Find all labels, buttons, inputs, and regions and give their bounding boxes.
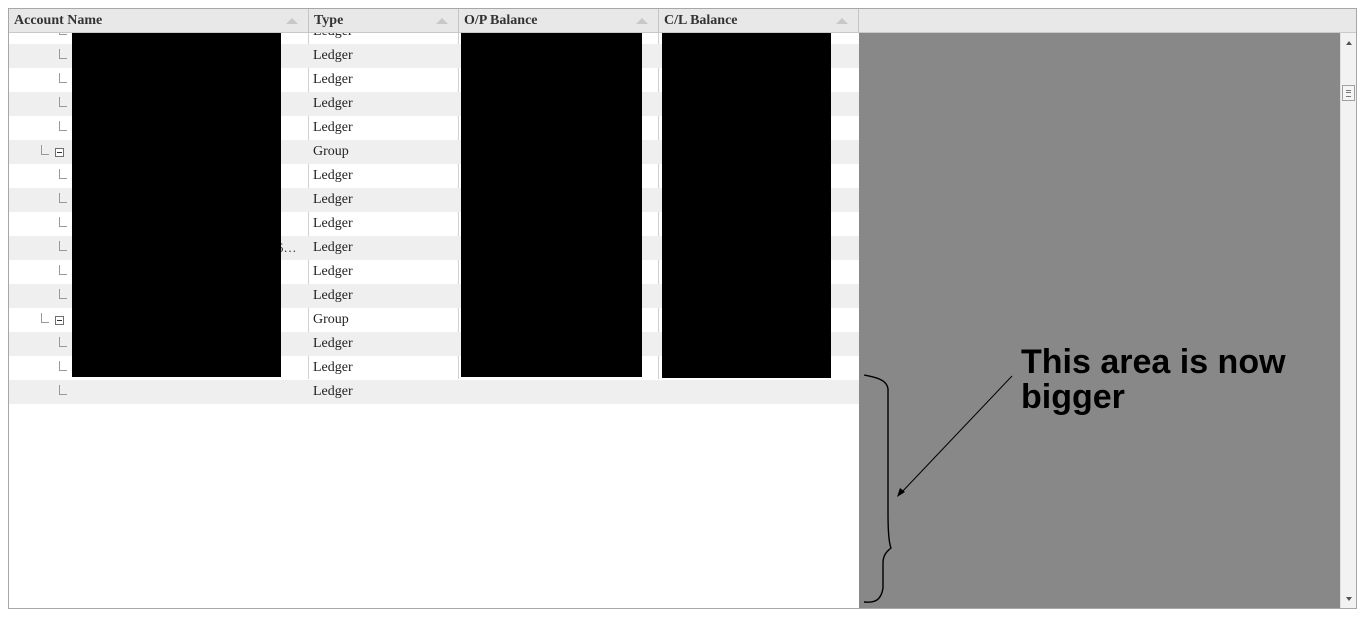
redacted-account-names (72, 33, 281, 377)
column-header-account-name[interactable]: Account Name (9, 9, 309, 33)
collapse-toggle-icon[interactable] (55, 148, 64, 157)
type-cell: Ledger (313, 264, 353, 279)
column-header-label: Account Name (14, 13, 103, 28)
annotation-text: This area is now bigger (1021, 343, 1286, 416)
type-cell: Ledger (313, 120, 353, 135)
type-cell: Ledger (313, 48, 353, 63)
type-cell: Ledger (313, 360, 353, 375)
redacted-cl-balances (662, 33, 831, 378)
tree-connector-icon (59, 265, 67, 275)
tree-connector-icon (41, 313, 49, 323)
column-header-label: O/P Balance (464, 13, 538, 28)
tree-connector-icon (59, 121, 67, 131)
tree-connector-icon (41, 145, 49, 155)
tree-connector-icon (59, 217, 67, 227)
scroll-up-arrow-icon[interactable] (1346, 41, 1352, 45)
column-header-label: Type (314, 13, 344, 28)
type-cell: Group (313, 312, 349, 327)
tree-connector-icon (59, 289, 67, 299)
type-cell: Ledger (313, 384, 353, 399)
tree-connector-icon (59, 193, 67, 203)
vertical-scrollbar[interactable] (1340, 33, 1356, 608)
column-header-cl-balance[interactable]: C/L Balance (659, 9, 859, 33)
tree-connector-icon (59, 361, 67, 371)
column-header-op-balance[interactable]: O/P Balance (459, 9, 659, 33)
tree-connector-icon (59, 49, 67, 59)
account-name-cell (9, 380, 309, 404)
table-row[interactable]: Ledger (9, 380, 859, 404)
type-cell: Ledger (313, 33, 453, 44)
tree-connector-icon (59, 73, 67, 83)
type-cell: Ledger (313, 336, 353, 351)
sort-ascending-icon[interactable] (636, 18, 648, 24)
type-cell: Ledger (313, 72, 353, 87)
redacted-op-balances (461, 33, 642, 377)
tree-connector-icon (59, 169, 67, 179)
type-cell: Ledger (313, 192, 353, 207)
tree-connector-icon (59, 241, 67, 251)
type-cell: Ledger (313, 168, 353, 183)
tree-connector-icon (59, 97, 67, 107)
type-cell: Ledger (313, 288, 353, 303)
sort-ascending-icon[interactable] (436, 18, 448, 24)
scroll-thumb[interactable] (1342, 85, 1355, 101)
collapse-toggle-icon[interactable] (55, 316, 64, 325)
tree-connector-icon (59, 337, 67, 347)
type-cell: Ledger (313, 216, 353, 231)
annotation-arrow-line (900, 375, 1013, 494)
account-tree-grid: Account Name Type O/P Balance C/L Balanc… (8, 8, 1357, 609)
type-cell: Ledger (313, 96, 353, 111)
column-header-type[interactable]: Type (309, 9, 459, 33)
tree-connector-icon (59, 385, 67, 395)
empty-grid-area: This area is now bigger (859, 33, 1340, 608)
sort-ascending-icon[interactable] (836, 18, 848, 24)
tree-connector-icon (59, 33, 67, 35)
scroll-down-arrow-icon[interactable] (1346, 597, 1352, 601)
header-filler (859, 9, 1356, 33)
type-cell: Ledger (313, 240, 353, 255)
column-header-label: C/L Balance (664, 13, 738, 28)
annotation-brace (863, 374, 892, 603)
annotation-drawing (863, 374, 1013, 603)
type-cell: Group (313, 144, 349, 159)
grid-header: Account Name Type O/P Balance C/L Balanc… (9, 9, 1356, 33)
sort-ascending-icon[interactable] (286, 18, 298, 24)
